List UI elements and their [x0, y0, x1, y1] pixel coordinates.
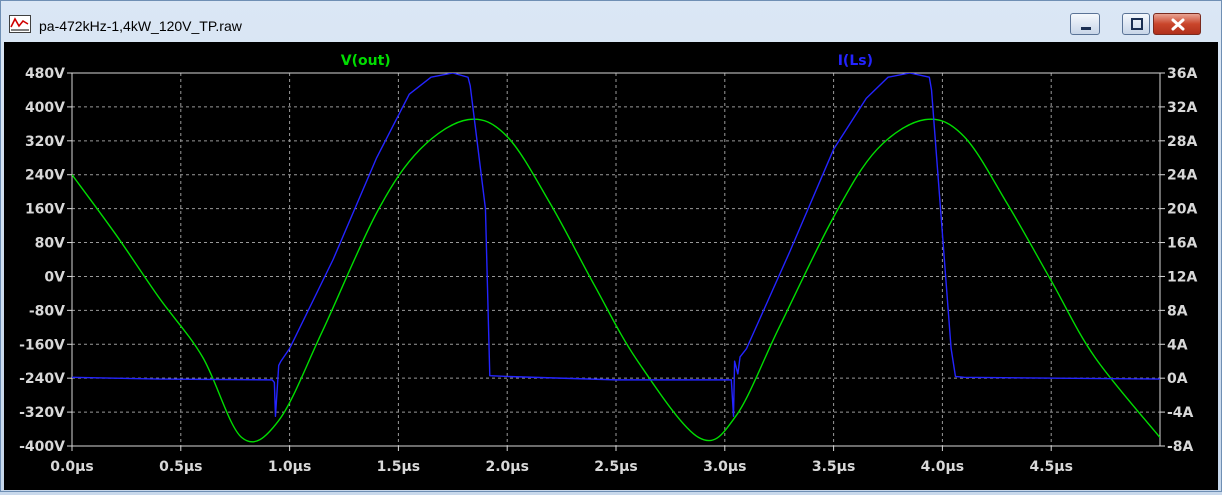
x-tick-label: 4.0µs	[921, 459, 964, 475]
x-tick-label: 1.0µs	[268, 459, 311, 475]
ils-trace-label[interactable]: I(Ls)	[838, 53, 873, 69]
y-right-tick-label: -4A	[1167, 405, 1194, 421]
close-icon	[1171, 18, 1185, 31]
y-right-tick-label: -8A	[1167, 439, 1194, 455]
minimize-icon	[1081, 27, 1091, 30]
y-left-tick-label: 480V	[25, 66, 65, 82]
y-right-tick-label: 36A	[1167, 66, 1197, 82]
x-tick-label: 4.5µs	[1029, 459, 1072, 475]
y-left-tick-label: 80V	[35, 236, 65, 252]
maximize-icon	[1131, 18, 1143, 30]
plot-window: pa-472kHz-1,4kW_120V_TP.raw 480V 400V 320V…	[0, 0, 1222, 492]
y-left-tick-label: -240V	[19, 371, 65, 387]
waveform-chart-icon	[9, 15, 31, 33]
x-tick-label: 2.0µs	[485, 459, 528, 475]
ils-trace	[72, 73, 1160, 418]
x-tick-label: 2.5µs	[594, 459, 637, 475]
y-right-tick-label: 16A	[1167, 236, 1197, 252]
y-left-tick-label: 0V	[44, 269, 65, 285]
minimize-button[interactable]	[1070, 13, 1100, 35]
x-axis-labels: 0.0µs 0.5µs 1.0µs 1.5µs 2.0µs 2.5µs 3.0µs 3.5µs…	[50, 459, 1073, 475]
y-left-tick-label: -160V	[19, 337, 65, 353]
y-left-tick-label: 160V	[25, 202, 65, 218]
maximize-button[interactable]	[1122, 13, 1150, 35]
vout-trace-label[interactable]: V(out)	[341, 53, 391, 69]
y-right-tick-label: 12A	[1167, 269, 1197, 285]
x-tick-label: 3.0µs	[703, 459, 746, 475]
y-left-tick-label: -80V	[29, 303, 65, 319]
y-left-tick-label: 240V	[25, 168, 65, 184]
y-right-tick-label: 28A	[1167, 134, 1197, 150]
x-tick-label: 0.0µs	[50, 459, 93, 475]
y-right-tick-label: 8A	[1167, 303, 1188, 319]
x-tick-label: 0.5µs	[159, 459, 202, 475]
y-right-tick-label: 0A	[1167, 371, 1188, 387]
y-left-tick-label: 400V	[25, 100, 65, 116]
y-right-tick-label: 32A	[1167, 100, 1197, 116]
x-tick-label: 1.5µs	[377, 459, 420, 475]
y-left-tick-label: -320V	[19, 405, 65, 421]
y-left-tick-label: -400V	[19, 439, 65, 455]
plot-area[interactable]: 480V 400V 320V 240V 160V 80V 0V -80V -160V -240V -…	[4, 42, 1218, 490]
y-right-tick-label: 20A	[1167, 202, 1197, 218]
close-button[interactable]	[1153, 13, 1201, 35]
title-bar[interactable]: pa-472kHz-1,4kW_120V_TP.raw	[1, 1, 1221, 41]
y-left-tick-label: 320V	[25, 134, 65, 150]
y-axis-right-labels: 36A 32A 28A 24A 20A 16A 12A 8A 4A 0A -4A -8A	[1167, 66, 1197, 455]
waveform-chart[interactable]: 480V 400V 320V 240V 160V 80V 0V -80V -160V -240V -…	[4, 42, 1218, 490]
x-tick-label: 3.5µs	[812, 459, 855, 475]
y-right-tick-label: 24A	[1167, 168, 1197, 184]
window-title: pa-472kHz-1,4kW_120V_TP.raw	[39, 18, 242, 34]
y-right-tick-label: 4A	[1167, 337, 1188, 353]
grid-lines	[72, 73, 1160, 446]
trace-labels[interactable]: V(out) I(Ls)	[341, 53, 873, 69]
y-axis-left-labels: 480V 400V 320V 240V 160V 80V 0V -80V -160V -240V -…	[19, 66, 65, 455]
